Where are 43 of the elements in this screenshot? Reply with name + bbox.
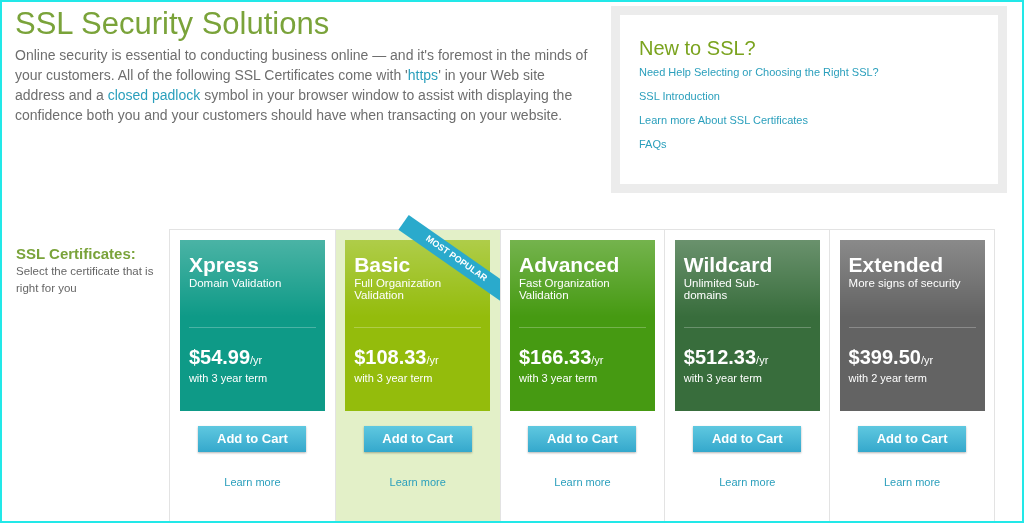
help-title: New to SSL? [639,36,757,61]
add-to-cart-button[interactable]: Add to Cart [363,426,472,452]
price-unit: /yr [426,354,439,368]
plan-price: $54.99 [188,345,251,369]
plan-price: $166.33 [519,345,592,369]
add-to-cart-button[interactable]: Add to Cart [198,426,307,452]
plan-term: with 3 year term [683,371,764,385]
learn-more-link[interactable]: Learn more [224,474,281,491]
plan-price: $512.33 [683,345,757,369]
learn-more-link[interactable]: Learn more [719,474,776,491]
plan-price: $108.33 [354,345,427,369]
add-to-cart-button[interactable]: Add to Cart [693,426,802,452]
help-link[interactable]: SSL Introduction [639,88,720,105]
price-unit: /yr [591,354,604,368]
plan-name: Advanced [519,253,620,277]
price-unit: /yr [920,354,934,368]
help-link[interactable]: FAQs [639,136,667,153]
plan-description: Unlimited Sub-domains [683,277,761,301]
help-link[interactable]: Need Help Selecting or Choosing the Right SSL? [639,64,879,81]
plan-term: with 3 year term [519,371,599,385]
add-to-cart-button[interactable]: Add to Cart [528,426,637,452]
learn-more-link[interactable]: Learn more [883,474,941,491]
help-link[interactable]: Learn more About SSL Certificates [639,112,808,129]
page-title: SSL Security Solutions [15,5,331,43]
price-unit: /yr [756,354,769,368]
plan-name: Extended [848,253,944,277]
price-unit: /yr [250,354,263,368]
learn-more-link[interactable]: Learn more [554,474,611,491]
padlock-link[interactable]: closed padlock [107,87,201,103]
learn-more-link[interactable]: Learn more [389,474,446,491]
plan-term: with 3 year term [354,371,434,385]
section-subtitle: Select the certificate that is right for you [16,264,155,296]
intro-paragraph: Online security is essential to conducting business online — and it's foremost in the minds of your customers. All of the following SSL Certificates come with 'https' in your Web site address and a closed padlock symbol in your browser window to assist with displaying the confidence both you and your customers should have when transacting on your website. [15,46,589,125]
plan-price: $399.50 [848,345,921,369]
plan-description: Domain Validation [188,277,283,289]
plan-name: Xpress [188,253,259,277]
plan-name: Wildcard [683,253,773,277]
plan-description: More signs of security [848,277,961,289]
plan-description: Fast Organization Validation [519,277,611,301]
plan-term: with 3 year term [188,371,269,385]
section-title: SSL Certificates: [16,245,137,263]
add-to-cart-button[interactable]: Add to Cart [858,426,967,452]
plan-term: with 2 year term [848,371,928,385]
